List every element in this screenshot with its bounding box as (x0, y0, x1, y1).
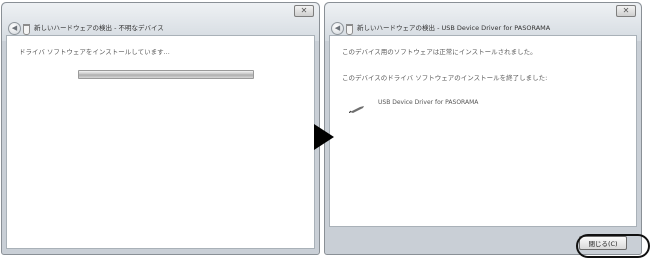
usb-device-icon (349, 106, 364, 113)
right-content-panel: このデバイス用のソフトウェアは正常にインストールされました。 このデバイスのドラ… (329, 35, 637, 227)
left-content-panel: ドライバ ソフトウェアをインストールしています... (6, 35, 315, 249)
finished-message: このデバイスのドライバ ソフトウェアのインストールを終了しました: (342, 74, 548, 82)
left-window-title: 新しいハードウェアの検出 - 不明なデバイス (34, 24, 164, 32)
left-back-arrow-icon[interactable]: ◀ (8, 22, 21, 35)
right-back-arrow-icon[interactable]: ◀ (331, 22, 344, 35)
close-button-highlight-ring (576, 234, 650, 258)
device-name-label: USB Device Driver for PASORAMA (378, 99, 479, 106)
progress-fill (79, 71, 253, 78)
right-shield-icon (346, 24, 353, 35)
right-dialog-window: ✕ ◀ 新しいハードウェアの検出 - USB Device Driver for… (324, 2, 650, 258)
left-dialog-window: ✕ ◀ 新しいハードウェアの検出 - 不明なデバイス ドライバ ソフトウェアをイ… (1, 2, 320, 255)
right-arrow-icon (314, 124, 334, 150)
right-window-title: 新しいハードウェアの検出 - USB Device Driver for PAS… (357, 24, 551, 32)
success-message: このデバイス用のソフトウェアは正常にインストールされました。 (342, 48, 537, 56)
install-progress-bar (78, 70, 254, 79)
left-shield-icon (23, 24, 30, 35)
right-window-close-icon[interactable]: ✕ (616, 5, 636, 17)
left-window-close-icon[interactable]: ✕ (294, 5, 314, 17)
installing-message: ドライバ ソフトウェアをインストールしています... (19, 48, 170, 56)
